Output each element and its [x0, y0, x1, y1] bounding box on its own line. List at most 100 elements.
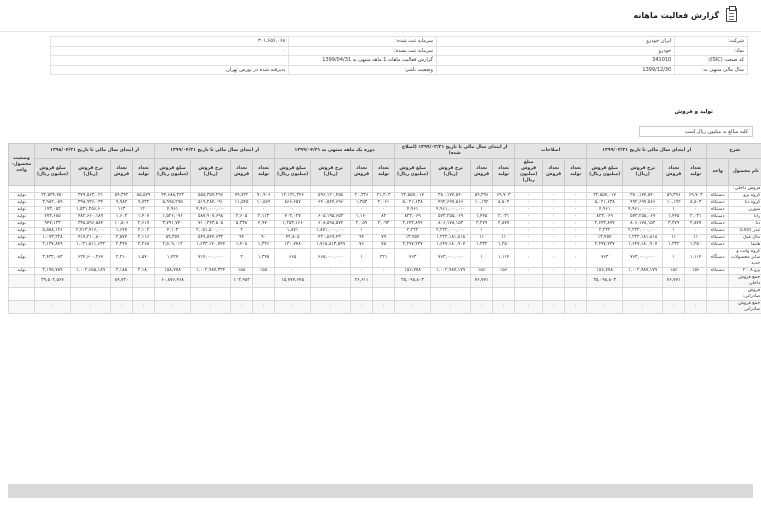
table-cell: ۰ — [492, 227, 516, 235]
product-status: تولید — [8, 234, 35, 242]
product-status — [8, 287, 35, 301]
table-cell: ۱,۰۳۱,۵۱۱,۶۳۲ — [70, 241, 112, 249]
table-cell — [514, 274, 544, 288]
table-cell: ۱۵۸ — [252, 267, 276, 275]
table-cell: ۱ — [230, 206, 254, 214]
table-cell: ۰ — [564, 267, 588, 275]
table-cell: ۰ — [154, 300, 192, 314]
table-cell — [132, 274, 156, 288]
table-row: جمع فروش صادراتی ۰ ۰ ۰ ۰ ۰ ۰ ۰ ۰ ۰ ۰ ۰ ۰ ۰ ۰ ۰ ۰ ۰ ۰ ۰ ۰ ۰ ۰ ۰ — [8, 300, 761, 314]
table-cell: ۰ — [542, 267, 566, 275]
table-cell: ۰ — [542, 234, 566, 242]
table-cell: ۳۵,۰۹۸,۸۰۳ — [586, 274, 624, 288]
table-cell: ۲,۵۷۴ — [110, 234, 134, 242]
table-cell: ۵,۳۳۸ — [230, 220, 254, 228]
column-header: مبلغ فروش (میلیون ریال) — [586, 158, 624, 186]
table-cell: ۵۵۸,۳۵۷,۲۹۶ — [190, 192, 232, 200]
table-cell: ۱,۱۱۴ — [492, 248, 516, 268]
table-cell: ۸,۵۰۳ — [684, 199, 708, 207]
table-cell: ۲,۲۶۸ — [132, 241, 156, 249]
info-row: نماد: خودرو سرمایه ثبت نشده: ۰ — [49, 45, 748, 56]
table-cell: ۱,۵۳۱,۲۵۶,۶۰۰ — [70, 206, 112, 214]
table-cell — [132, 287, 156, 301]
info-value: پذیرفته شده در بورس تهران — [49, 64, 290, 75]
table-cell: ۷۶ — [350, 241, 374, 249]
table-cell — [684, 287, 708, 301]
table-cell: ۸۶۶,۶۵۷ — [274, 199, 312, 207]
product-name: تندر (L90) — [728, 227, 761, 235]
table-cell: ۱,۱۱۴ — [684, 248, 708, 268]
table-cell: ۰ — [684, 227, 708, 235]
group-header: از ابتدای سال مالی تا تاریخ ۱۳۹۸/۰۴/۳۱ — [33, 143, 156, 159]
product-unit — [706, 274, 730, 288]
table-cell: ۶۹,۷۰۳ — [684, 192, 708, 200]
table-cell: ۰ — [586, 300, 624, 314]
table-cell: ۰ — [564, 241, 588, 249]
table-cell: ۵۷۳,۲۵۵,۰۶۹ — [622, 213, 664, 221]
table-cell: ۵,۰۲۱,۶۳۸ — [394, 199, 432, 207]
table-cell: ۰ — [542, 248, 566, 268]
table-cell: ۰ — [350, 267, 374, 275]
table-cell: ۰ — [564, 234, 588, 242]
product-name: گروه دنا — [728, 199, 761, 207]
table-cell: ۷۱۴,۰۰۰,۰۰۰ — [190, 248, 232, 268]
table-cell: ۰ — [230, 300, 254, 314]
table-cell: ۴,۱۰۳ — [154, 227, 192, 235]
table-cell — [492, 287, 516, 301]
table-cell: ۱ — [350, 227, 374, 235]
table-cell: ۹۴ — [350, 234, 374, 242]
table-cell: ۰ — [310, 300, 352, 314]
table-cell — [190, 274, 232, 288]
table-cell: ۰ — [542, 220, 566, 228]
table-cell: ۴,۹۶۱ — [394, 206, 432, 214]
table-cell: ۰ — [514, 241, 544, 249]
table-cell: ۰ — [310, 267, 352, 275]
table-cell: ۴۹۲,۶۹۷,۵۶۶ — [622, 199, 664, 207]
table-cell: ۷۰۳,۰۲۷ — [274, 213, 312, 221]
table-cell: ۰ — [662, 300, 686, 314]
table-cell — [372, 274, 396, 288]
table-cell — [310, 185, 352, 193]
table-cell: ۹۴۷,۱۳۳ — [33, 220, 72, 228]
table-cell: ۱۲۰ — [132, 206, 156, 214]
table-cell: ۰ — [514, 199, 544, 207]
table-cell — [564, 185, 588, 193]
table-group-header-row: شرح از ابتدای سال مالی تا تاریخ ۱۳۹۹/۰۳/۳… — [8, 143, 761, 186]
table-cell: ۵,۵۸۸,۱۲۶ — [33, 227, 72, 235]
product-unit: دستگاه — [706, 213, 730, 221]
table-cell: ۱۵۶ — [684, 267, 708, 275]
table-row: پژو ۲۰۰۸ دستگاه ۱۵۶ ۱۵۶ ۱,۰۰۲,۹۸۷,۱۷۹ ۱۵۶,۷۷۸… — [8, 267, 761, 275]
table-cell: ۰ — [622, 300, 664, 314]
table-cell: ۱ — [662, 227, 686, 235]
table-cell: ۰ — [514, 206, 544, 214]
production-sales-table: شرح از ابتدای سال مالی تا تاریخ ۱۳۹۹/۰۳/۳… — [8, 143, 761, 314]
table-cell — [132, 185, 156, 193]
table-cell: ۵۹,۳۵۹ — [154, 234, 192, 242]
table-cell — [492, 274, 516, 288]
product-status — [8, 185, 35, 193]
table-cell: ۹,۹۸۲ — [110, 199, 134, 207]
table-cell: ۰ — [252, 300, 276, 314]
unit-note: کلیه مبالغ به میلیون ریال است — [639, 126, 753, 137]
table-cell: ۱۱ — [662, 234, 686, 242]
group-header: از ابتدای سال مالی تا تاریخ ۱۳۹۹/۰۴/۳۱ — [154, 143, 276, 159]
table-cell: ۲,۱۱۳ — [252, 213, 276, 221]
table-cell: ۰ — [252, 206, 276, 214]
table-cell: ۵,۰۲۱,۶۳۸ — [586, 199, 624, 207]
table-row: فروش صادراتی: — [8, 287, 761, 301]
bottom-scroll-area[interactable] — [8, 484, 753, 498]
table-cell: ۱۵۶,۷۷۸ — [586, 267, 624, 275]
table-cell: ۱,۲۵۰ — [492, 241, 516, 249]
table-cell: ۲۲,۵۵۷,۰۱۷ — [394, 192, 432, 200]
table-cell: ۰ — [684, 300, 708, 314]
table-cell: ۳,۲۷۹ — [662, 220, 686, 228]
product-name: رانا — [728, 213, 761, 221]
table-cell — [622, 274, 664, 288]
table-cell: ۷۶,۷۷۱ — [470, 274, 494, 288]
table-cell: ۲,۸۷۷ — [684, 220, 708, 228]
product-unit — [706, 185, 730, 193]
product-status: تولید — [8, 227, 35, 235]
column-header: تعداد فروش — [350, 158, 374, 186]
product-status: تولید — [8, 267, 35, 275]
table-cell: ۰ — [564, 300, 588, 314]
